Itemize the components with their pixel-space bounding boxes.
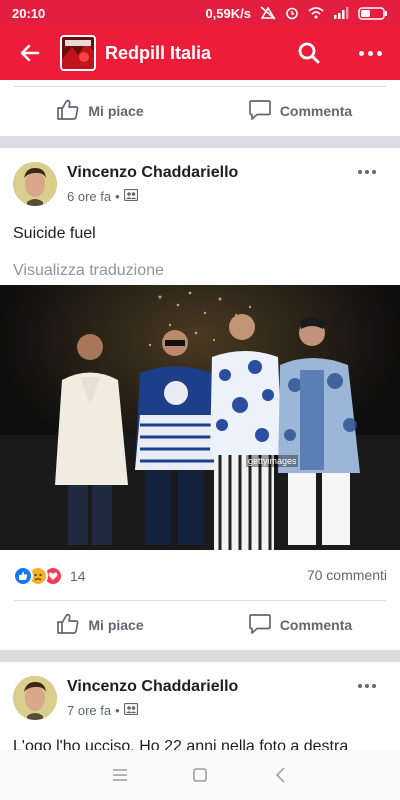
comment-label: Commenta: [279, 617, 353, 633]
network-speed: 0,59K/s: [205, 5, 251, 21]
translate-link[interactable]: Visualizza traduzione: [13, 262, 164, 280]
alarm-icon: [285, 6, 299, 20]
post-header: Vincenzo Chaddariello 6 ore fa •: [0, 162, 400, 218]
post-meta: 6 ore fa •: [67, 188, 138, 204]
reactions-summary[interactable]: 14: [13, 565, 86, 587]
signal-icon: [333, 7, 349, 19]
group-logo[interactable]: [60, 35, 96, 71]
feed-separator: [0, 650, 400, 662]
post-author[interactable]: Vincenzo Chaddariello: [67, 678, 238, 696]
post-options-icon[interactable]: [358, 680, 382, 692]
thumbs-up-icon: [56, 99, 80, 124]
post-time[interactable]: 6 ore fa: [67, 189, 111, 204]
like-label: Mi piace: [88, 617, 144, 633]
like-button[interactable]: Mi piace: [0, 87, 200, 135]
app-bar: Redpill Italia: [0, 26, 400, 80]
post-text: Suicide fuel: [13, 225, 96, 242]
system-nav-bar: [0, 750, 400, 800]
like-button[interactable]: Mi piace: [0, 601, 200, 649]
group-audience-icon: [123, 188, 138, 204]
group-audience-icon: [123, 702, 138, 718]
post-author[interactable]: Vincenzo Chaddariello: [67, 164, 238, 182]
comment-icon: [248, 99, 272, 124]
svg-text:gettyimages: gettyimages: [248, 456, 297, 466]
search-icon[interactable]: [292, 36, 326, 70]
comment-button[interactable]: Commenta: [200, 87, 400, 135]
comments-count[interactable]: 70 commenti: [307, 567, 387, 583]
status-time: 20:10: [12, 5, 46, 21]
post-options-icon[interactable]: [358, 166, 382, 178]
status-bar: 20:10 0,59K/s: [0, 0, 400, 26]
wifi-icon: [308, 7, 324, 19]
avatar[interactable]: [13, 676, 57, 720]
post-header: Vincenzo Chaddariello 7 ore fa •: [0, 676, 400, 732]
avatar[interactable]: [13, 162, 57, 206]
like-reaction-icon: [13, 566, 33, 586]
post-time[interactable]: 7 ore fa: [67, 703, 111, 718]
post-text: L'ogo l'ho ucciso. Ho 22 anni nella foto…: [13, 738, 349, 750]
comment-icon: [248, 613, 272, 638]
back-arrow-icon[interactable]: [0, 26, 60, 80]
reaction-count: 14: [70, 568, 86, 584]
meta-separator: •: [115, 703, 120, 718]
thumbs-up-icon: [56, 613, 80, 638]
meta-separator: •: [115, 189, 120, 204]
home-icon[interactable]: [180, 755, 220, 795]
like-label: Mi piace: [88, 103, 144, 119]
more-icon[interactable]: [352, 36, 388, 70]
feed-separator: [0, 136, 400, 148]
previous-post-actions: Mi piace Commenta: [0, 87, 400, 135]
battery-icon: [358, 6, 388, 20]
post-photo[interactable]: gettyimages: [0, 285, 400, 550]
back-icon[interactable]: [260, 755, 300, 795]
post-meta: 7 ore fa •: [67, 702, 138, 718]
page-title: Redpill Italia: [105, 42, 212, 63]
data-saver-icon: [260, 6, 276, 20]
menu-icon[interactable]: [100, 755, 140, 795]
post-actions: Mi piace Commenta: [0, 601, 400, 649]
comment-button[interactable]: Commenta: [200, 601, 400, 649]
comment-label: Commenta: [279, 103, 353, 119]
